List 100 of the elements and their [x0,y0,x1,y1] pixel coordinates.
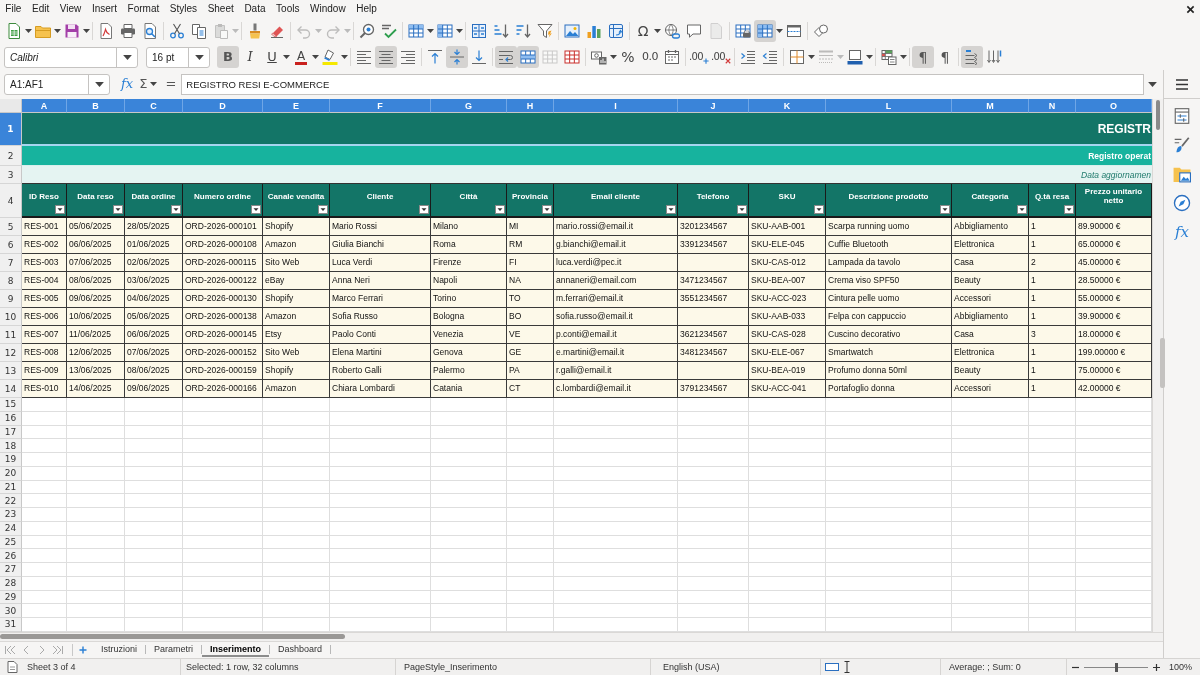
row-header[interactable]: 3 [0,166,22,184]
menu-item[interactable]: Help [350,2,383,16]
row-header[interactable]: 5 [0,218,22,236]
close-icon[interactable] [1186,4,1195,14]
caret-icon[interactable] [312,55,319,59]
column-header[interactable]: C [125,99,183,113]
font-color-button[interactable]: A [290,46,312,68]
row-header[interactable]: 13 [0,362,22,380]
column-header[interactable]: M [952,99,1029,113]
left-to-right-button[interactable]: ¶ [912,46,934,68]
selection-mode-icon[interactable] [825,662,839,672]
sheet-tab[interactable]: Dashboard [270,642,331,657]
bold-button[interactable]: B [217,46,239,68]
sheet-tab[interactable]: Istruzioni [93,642,145,657]
name-box[interactable]: A1:AF1 [4,73,110,95]
menu-item[interactable]: Tools [270,2,305,16]
row-header[interactable]: 12 [0,344,22,362]
column-header[interactable]: I [554,99,678,113]
menu-icon[interactable] [1175,78,1189,91]
caret-icon[interactable] [54,29,61,33]
menu-item[interactable]: View [54,2,87,16]
caret-icon[interactable] [150,82,158,86]
filter-dropdown-icon[interactable] [737,205,747,214]
caret-icon[interactable] [25,29,32,33]
column-header[interactable]: G [431,99,507,113]
menu-item[interactable]: Edit [26,2,55,16]
row-header[interactable]: 15 [0,398,22,412]
column-header[interactable]: J [678,99,749,113]
row-header[interactable]: 8 [0,272,22,290]
row-header[interactable]: 27 [0,563,22,577]
caret-icon[interactable] [808,55,815,59]
menu-item[interactable]: Format [122,2,165,16]
zoom-in-icon[interactable] [1152,662,1161,672]
row-header[interactable]: 19 [0,453,22,467]
filter-dropdown-icon[interactable] [419,205,429,214]
column-header[interactable]: O [1076,99,1152,113]
filter-dropdown-icon[interactable] [318,205,328,214]
underline-button[interactable]: U [261,46,283,68]
add-decimal-button[interactable]: .00 [688,46,710,68]
menu-item[interactable]: Sheet [202,2,240,16]
right-to-left-button[interactable]: ¶ [934,46,956,68]
align-center-button[interactable] [375,46,397,68]
sheet-tab[interactable]: Parametri [146,642,202,657]
vertical-scrollbar[interactable] [1152,99,1163,632]
column-header[interactable]: F [330,99,431,113]
sheet-tab[interactable]: Inserimento [202,642,270,657]
filter-dropdown-icon[interactable] [113,205,123,214]
row-header[interactable]: 30 [0,604,22,618]
menu-item[interactable]: Styles [164,2,203,16]
percent-format-button[interactable]: % [617,46,639,68]
delete-decimal-button[interactable]: .00 [710,46,732,68]
column-header[interactable]: H [507,99,554,113]
caret-icon[interactable] [283,55,290,59]
filter-dropdown-icon[interactable] [666,205,676,214]
column-header[interactable]: L [826,99,952,113]
row-header[interactable]: 2 [0,146,22,166]
caret-icon[interactable] [456,29,463,33]
filter-dropdown-icon[interactable] [171,205,181,214]
row-header[interactable]: 23 [0,508,22,522]
sum-button[interactable]: Σ [136,76,151,92]
row-header[interactable]: 1 [0,113,22,146]
paintbrush-icon[interactable] [1173,136,1191,154]
menu-item[interactable]: Insert [86,2,123,16]
text-cursor-icon[interactable] [843,661,851,673]
scrollbar-thumb[interactable] [0,634,345,639]
menu-item[interactable]: Window [304,2,351,16]
row-header[interactable]: 18 [0,439,22,453]
column-header[interactable]: N [1029,99,1076,113]
caret-icon[interactable] [427,29,434,33]
filter-dropdown-icon[interactable] [940,205,950,214]
plus-icon[interactable] [79,645,87,654]
row-header[interactable]: 4 [0,184,22,218]
caret-icon[interactable] [776,29,783,33]
filter-dropdown-icon[interactable] [251,205,261,214]
caret-icon[interactable] [610,55,617,59]
scrollbar-thumb[interactable] [1156,100,1160,130]
row-header[interactable]: 10 [0,308,22,326]
formula-input[interactable]: REGISTRO RESI E-COMMERCE [181,73,1144,95]
properties-panel-icon[interactable] [1173,107,1191,125]
document-icon[interactable] [6,661,18,673]
column-header[interactable]: B [67,99,125,113]
sidebar-grip[interactable] [1160,338,1165,388]
filter-dropdown-icon[interactable] [495,205,505,214]
caret-icon[interactable] [1148,81,1157,87]
row-header[interactable]: 11 [0,326,22,344]
filter-dropdown-icon[interactable] [1064,205,1074,214]
filter-dropdown-icon[interactable] [55,205,65,214]
column-header[interactable]: A [22,99,67,113]
filter-dropdown-icon[interactable] [814,205,824,214]
menu-item[interactable]: Data [239,2,271,16]
row-header[interactable]: 14 [0,380,22,398]
row-header[interactable]: 6 [0,236,22,254]
caret-icon[interactable] [900,55,907,59]
gallery-icon[interactable] [1173,165,1191,183]
filter-dropdown-icon[interactable] [542,205,552,214]
slider-thumb[interactable] [1114,662,1118,672]
row-header[interactable]: 31 [0,618,22,632]
column-header[interactable]: E [263,99,330,113]
font-name-field[interactable]: Calibri [4,46,138,68]
wrap-text-button[interactable] [495,46,517,68]
